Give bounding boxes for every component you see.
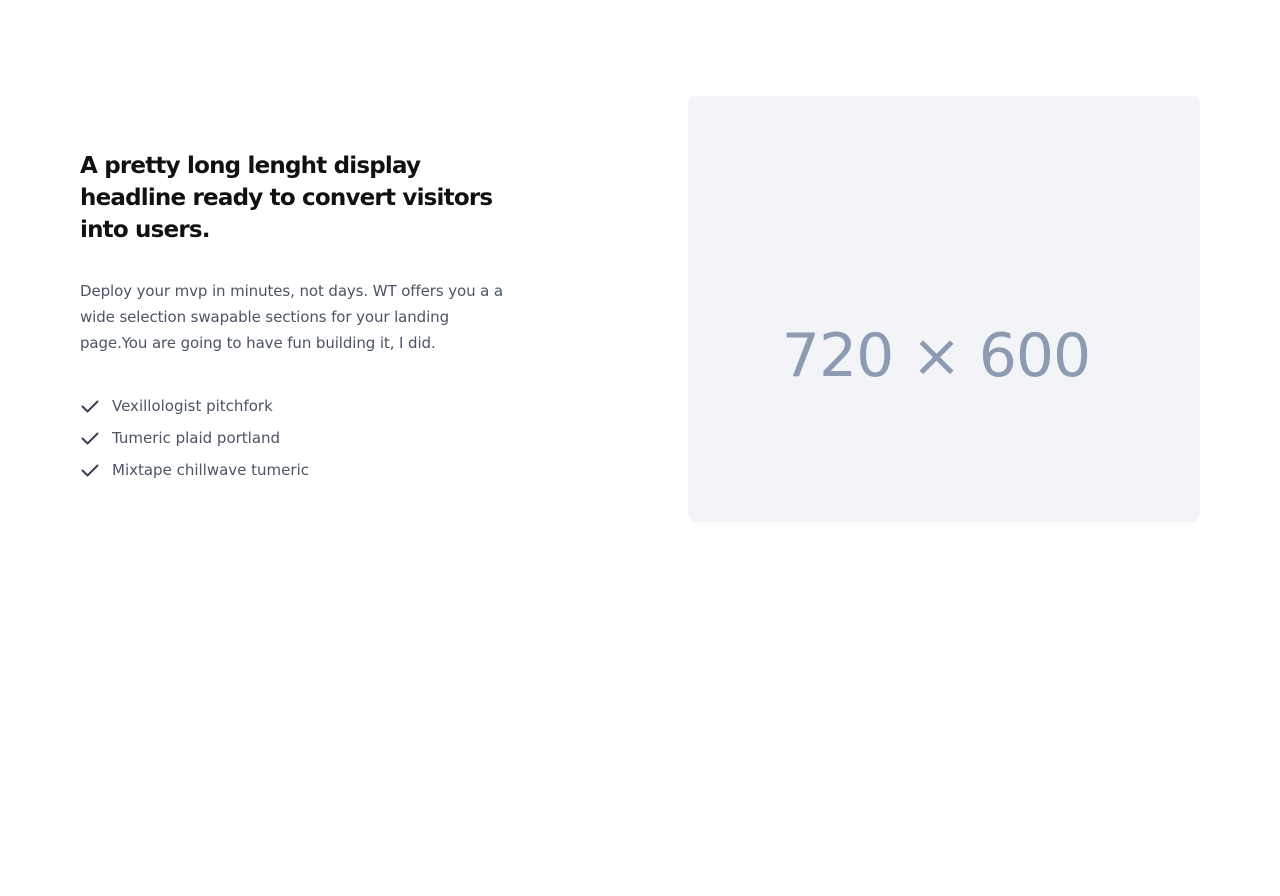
feature-list: Vexillologist pitchfork Tumeric plaid po… xyxy=(80,390,520,486)
check-icon xyxy=(80,396,100,416)
hero-headline: A pretty long lenght display headline re… xyxy=(80,153,493,243)
feature-item: Tumeric plaid portland xyxy=(80,422,520,454)
check-icon xyxy=(80,460,100,480)
feature-label: Mixtape chillwave tumeric xyxy=(112,461,309,479)
hero-section: A pretty long lenght display headline re… xyxy=(0,0,1280,896)
feature-label: Vexillologist pitchfork xyxy=(112,397,273,415)
check-icon xyxy=(80,428,100,448)
placeholder-dimensions-label: 720 × 600 xyxy=(781,321,1091,391)
hero-description: Deploy your mvp in minutes, not days. WT… xyxy=(80,282,503,352)
hero-content: A pretty long lenght display headline re… xyxy=(80,150,520,486)
hero-image-placeholder: 720 × 600 xyxy=(688,96,1200,522)
feature-item: Mixtape chillwave tumeric xyxy=(80,454,520,486)
feature-label: Tumeric plaid portland xyxy=(112,429,281,447)
feature-item: Vexillologist pitchfork xyxy=(80,390,520,422)
